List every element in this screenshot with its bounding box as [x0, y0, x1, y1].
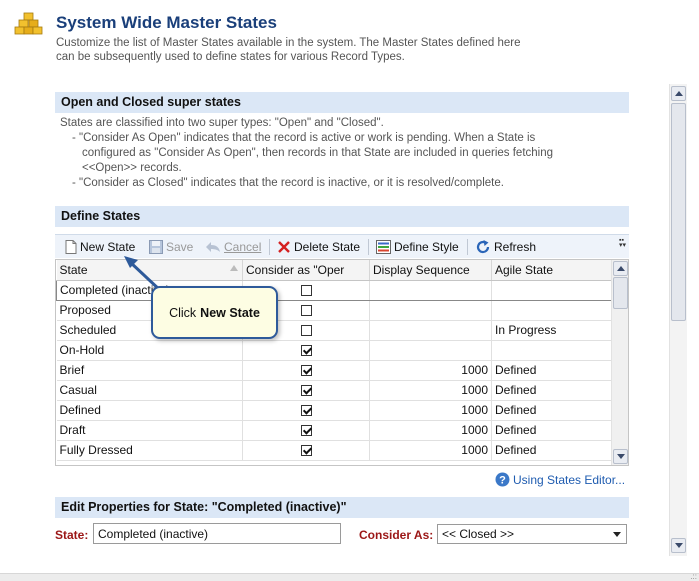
consider-open-checkbox[interactable] [300, 345, 312, 357]
cell-agile-state: Defined [491, 400, 612, 421]
refresh-label: Refresh [494, 240, 537, 254]
cell-state: Draft [56, 420, 243, 441]
cell-state: On-Hold [56, 340, 243, 361]
grid-scroll-up-button[interactable] [613, 261, 628, 276]
callout-prefix: Click [169, 305, 197, 320]
open-description-line1: - "Consider As Open" indicates that the … [72, 132, 536, 144]
callout-click-new-state: Click New State [151, 286, 278, 339]
delete-x-icon [278, 241, 290, 253]
state-field-label: State: [55, 528, 89, 542]
consider-open-checkbox[interactable] [300, 385, 312, 397]
open-description-line2: configured as "Consider As Open", then r… [82, 147, 554, 159]
cell-agile-state: Defined [491, 420, 612, 441]
page-scroll-thumb[interactable] [671, 103, 686, 321]
table-row[interactable]: Defined 1000 Defined [56, 400, 612, 421]
consider-open-checkbox[interactable] [300, 445, 312, 457]
undo-icon [206, 242, 220, 252]
define-states-heading: Define States [55, 206, 629, 227]
help-link-label: Using States Editor... [513, 472, 626, 487]
cell-display-sequence [369, 300, 492, 321]
column-header-agile-state[interactable]: Agile State [491, 260, 612, 281]
grid-vertical-scrollbar[interactable] [611, 260, 628, 465]
cell-display-sequence: 1000 [369, 440, 492, 461]
grid-scroll-down-button[interactable] [613, 449, 628, 464]
cell-state: Defined [56, 400, 243, 421]
status-strip [0, 573, 699, 581]
toolbar-overflow-grip[interactable]: ▪▪ ▾▾ [619, 237, 626, 254]
page-vertical-scrollbar[interactable] [669, 84, 687, 556]
resize-grip-icon[interactable]: .:: [690, 572, 697, 581]
master-states-icon [14, 12, 43, 35]
cell-display-sequence: 1000 [369, 420, 492, 441]
super-states-heading: Open and Closed super states [55, 92, 629, 113]
callout-target: New State [200, 305, 260, 320]
consider-as-label: Consider As: [359, 528, 434, 542]
refresh-icon [476, 240, 490, 254]
delete-state-label: Delete State [294, 240, 361, 254]
cell-agile-state [491, 300, 612, 321]
column-header-consider-open[interactable]: Consider as "Oper [242, 260, 370, 281]
svg-text:?: ? [499, 475, 506, 487]
cell-display-sequence [369, 340, 492, 361]
page-scroll-down-button[interactable] [671, 538, 686, 553]
table-row[interactable]: On-Hold [56, 340, 612, 361]
cell-state: Casual [56, 380, 243, 401]
edit-properties-heading: Edit Properties for State: "Completed (i… [55, 497, 629, 518]
define-style-button[interactable]: Define Style [376, 239, 459, 255]
consider-open-checkbox[interactable] [300, 285, 312, 297]
consider-as-select[interactable]: << Closed >> [437, 524, 627, 544]
cancel-label: Cancel [224, 240, 262, 254]
column-header-display-sequence[interactable]: Display Sequence [369, 260, 492, 281]
page-scroll-up-button[interactable] [671, 86, 686, 101]
consider-open-checkbox[interactable] [300, 405, 312, 417]
consider-as-value: << Closed >> [442, 527, 515, 541]
using-states-editor-link[interactable]: ? Using States Editor... [495, 472, 625, 487]
cell-display-sequence: 1000 [369, 400, 492, 421]
table-row[interactable]: Draft 1000 Defined [56, 420, 612, 441]
consider-open-checkbox[interactable] [300, 305, 312, 317]
cell-display-sequence: 1000 [369, 380, 492, 401]
cell-agile-state [491, 340, 612, 361]
cell-agile-state: Defined [491, 440, 612, 461]
consider-open-checkbox[interactable] [300, 365, 312, 377]
cell-agile-state: Defined [491, 380, 612, 401]
cell-state: Brief [56, 360, 243, 381]
help-icon: ? [495, 472, 510, 487]
closed-description: - "Consider as Closed" indicates that th… [72, 177, 504, 189]
define-style-label: Define Style [394, 240, 459, 254]
cell-agile-state: In Progress [491, 320, 612, 341]
refresh-button[interactable]: Refresh [475, 239, 536, 255]
table-row[interactable]: Fully Dressed 1000 Defined [56, 440, 612, 461]
table-row[interactable]: Proposed [56, 300, 612, 321]
style-palette-icon [376, 240, 391, 254]
save-label: Save [166, 240, 194, 254]
new-document-icon [65, 240, 77, 254]
table-row[interactable]: Casual 1000 Defined [56, 380, 612, 401]
table-row[interactable]: Scheduled In Progress [56, 320, 612, 341]
cancel-button[interactable]: Cancel [205, 239, 261, 255]
cell-display-sequence [369, 279, 492, 301]
consider-open-checkbox[interactable] [300, 425, 312, 437]
table-row[interactable]: Brief 1000 Defined [56, 360, 612, 381]
page-title: System Wide Master States [56, 13, 277, 32]
cell-display-sequence [369, 320, 492, 341]
super-states-intro: States are classified into two super typ… [60, 117, 384, 129]
page-subtitle: Customize the list of Master States avai… [56, 37, 521, 63]
delete-state-button[interactable]: Delete State [277, 239, 360, 255]
open-description-line3: <<Open>> records. [82, 162, 182, 174]
state-name-input[interactable] [93, 523, 341, 544]
grid-scroll-thumb[interactable] [613, 277, 628, 309]
chevron-down-icon [613, 532, 621, 537]
cell-agile-state [491, 279, 612, 301]
cell-state: Fully Dressed [56, 440, 243, 461]
cell-agile-state: Defined [491, 360, 612, 381]
super-states-info: States are classified into two super typ… [60, 116, 620, 191]
consider-open-checkbox[interactable] [300, 325, 312, 337]
cell-display-sequence: 1000 [369, 360, 492, 381]
